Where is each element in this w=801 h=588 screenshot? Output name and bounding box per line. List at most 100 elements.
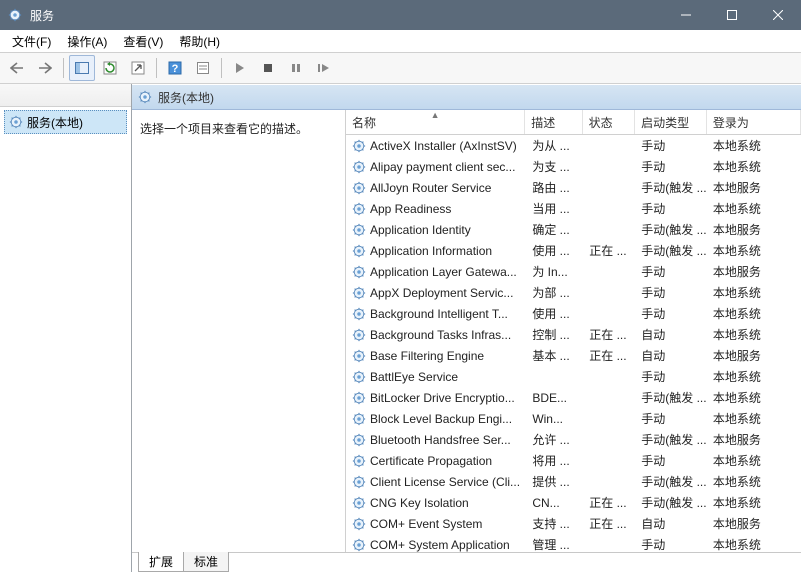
- svc-desc: 管理 ...: [526, 536, 583, 552]
- table-row[interactable]: Base Filtering Engine基本 ...正在 ...自动本地服务: [346, 345, 801, 366]
- table-row[interactable]: Background Tasks Infras...控制 ...正在 ...自动…: [346, 324, 801, 345]
- col-start[interactable]: 启动类型: [635, 110, 707, 134]
- table-row[interactable]: COM+ System Application管理 ...手动本地系统: [346, 534, 801, 552]
- show-hide-tree-button[interactable]: [69, 55, 95, 81]
- svc-logon: 本地系统: [707, 200, 801, 217]
- table-row[interactable]: Block Level Backup Engi...Win...手动本地系统: [346, 408, 801, 429]
- svc-logon: 本地系统: [707, 305, 801, 322]
- tab-extended[interactable]: 扩展: [138, 552, 184, 572]
- tree-pane: 服务(本地): [0, 84, 132, 572]
- menu-help[interactable]: 帮助(H): [171, 31, 228, 52]
- table-row[interactable]: BitLocker Drive Encryptio...BDE...手动(触发 …: [346, 387, 801, 408]
- svc-logon: 本地系统: [707, 410, 801, 427]
- back-button[interactable]: [4, 55, 30, 81]
- table-row[interactable]: Alipay payment client sec...为支 ...手动本地系统: [346, 156, 801, 177]
- svc-desc: 使用 ...: [526, 242, 583, 259]
- col-logon[interactable]: 登录为: [707, 110, 801, 134]
- table-row[interactable]: BattlEye Service手动本地系统: [346, 366, 801, 387]
- svc-name: Background Intelligent T...: [370, 307, 508, 321]
- svc-desc: 为从 ...: [526, 137, 583, 154]
- svc-status: 正在 ...: [583, 326, 635, 343]
- table-row[interactable]: ActiveX Installer (AxInstSV)为从 ...手动本地系统: [346, 135, 801, 156]
- minimize-button[interactable]: [663, 0, 709, 30]
- stop-button[interactable]: [255, 55, 281, 81]
- service-icon: [352, 139, 366, 153]
- svc-logon: 本地服务: [707, 431, 801, 448]
- table-row[interactable]: Background Intelligent T...使用 ...手动本地系统: [346, 303, 801, 324]
- svc-start: 手动(触发 ...: [635, 221, 707, 238]
- table-row[interactable]: App Readiness当用 ...手动本地系统: [346, 198, 801, 219]
- table-row[interactable]: Certificate Propagation将用 ...手动本地系统: [346, 450, 801, 471]
- separator: [156, 58, 157, 78]
- refresh-button[interactable]: [97, 55, 123, 81]
- svc-name: Alipay payment client sec...: [370, 160, 515, 174]
- export-button[interactable]: [125, 55, 151, 81]
- menu-bar: 文件(F) 操作(A) 查看(V) 帮助(H): [0, 30, 801, 53]
- help-button[interactable]: ?: [162, 55, 188, 81]
- properties-button[interactable]: [190, 55, 216, 81]
- svc-desc: Win...: [526, 412, 583, 426]
- menu-file[interactable]: 文件(F): [4, 31, 59, 52]
- svc-status: 正在 ...: [583, 494, 635, 511]
- service-icon: [352, 475, 366, 489]
- svc-desc: 控制 ...: [526, 326, 583, 343]
- table-row[interactable]: COM+ Event System支持 ...正在 ...自动本地服务: [346, 513, 801, 534]
- svc-name: Application Identity: [370, 223, 471, 237]
- table-row[interactable]: Client License Service (Cli... 提供 ... 手动(触…: [346, 471, 801, 492]
- svc-name: AllJoyn Router Service: [370, 181, 491, 195]
- service-icon: [352, 349, 366, 363]
- menu-action[interactable]: 操作(A): [59, 31, 115, 52]
- svc-desc: 为 In...: [526, 263, 583, 280]
- svc-name: Application Information: [370, 244, 492, 258]
- svc-logon: 本地系统: [707, 473, 801, 490]
- app-icon: [8, 8, 22, 22]
- svc-start: 手动(触发 ...: [635, 242, 707, 259]
- table-row[interactable]: Application Identity确定 ...手动(触发 ...本地服务: [346, 219, 801, 240]
- window-title: 服务: [30, 7, 663, 24]
- description-hint: 选择一个项目来查看它的描述。: [140, 122, 308, 136]
- svc-start: 自动: [635, 515, 707, 532]
- svc-start: 手动(触发 ...: [635, 473, 707, 490]
- table-row[interactable]: Bluetooth Handsfree Ser...允许 ...手动(触发 ..…: [346, 429, 801, 450]
- title-bar: 服务: [0, 0, 801, 30]
- tab-standard[interactable]: 标准: [183, 552, 229, 572]
- col-desc[interactable]: 描述: [525, 110, 582, 134]
- svc-name: App Readiness: [370, 202, 451, 216]
- table-row[interactable]: Application Information 使用 ...正在 ...手动(触发…: [346, 240, 801, 261]
- close-button[interactable]: [755, 0, 801, 30]
- col-name[interactable]: 名称▲: [346, 110, 525, 134]
- svc-logon: 本地服务: [707, 263, 801, 280]
- svc-status: 正在 ...: [583, 242, 635, 259]
- column-headers: 名称▲ 描述 状态 启动类型 登录为: [346, 110, 801, 135]
- start-button[interactable]: [227, 55, 253, 81]
- svc-desc: 当用 ...: [526, 200, 583, 217]
- table-row[interactable]: AppX Deployment Servic...为部 ...手动本地系统: [346, 282, 801, 303]
- svc-start: 手动: [635, 368, 707, 385]
- svc-desc: 为部 ...: [526, 284, 583, 301]
- tree-header: [0, 84, 131, 107]
- table-row[interactable]: CNG Key IsolationCN...正在 ...手动(触发 ...本地系…: [346, 492, 801, 513]
- forward-button[interactable]: [32, 55, 58, 81]
- table-row[interactable]: AllJoyn Router Service路由 ...手动(触发 ...本地服…: [346, 177, 801, 198]
- service-icon: [352, 307, 366, 321]
- svc-name: COM+ Event System: [370, 517, 482, 531]
- menu-view[interactable]: 查看(V): [115, 31, 171, 52]
- svc-name: Client License Service (Cli...: [370, 475, 520, 489]
- tree-node-services[interactable]: 服务(本地): [4, 110, 127, 134]
- service-icon: [352, 454, 366, 468]
- col-status[interactable]: 状态: [583, 110, 635, 134]
- svg-text:?: ?: [172, 63, 179, 75]
- svc-logon: 本地系统: [707, 326, 801, 343]
- svc-desc: CN...: [526, 496, 583, 510]
- service-icon: [352, 181, 366, 195]
- svc-desc: 提供 ...: [526, 473, 583, 490]
- table-row[interactable]: Application Layer Gatewa...为 In...手动本地服务: [346, 261, 801, 282]
- service-icon: [352, 391, 366, 405]
- pause-button[interactable]: [283, 55, 309, 81]
- services-icon: [138, 90, 152, 104]
- svc-desc: 为支 ...: [526, 158, 583, 175]
- restart-button[interactable]: [311, 55, 337, 81]
- svc-start: 手动: [635, 158, 707, 175]
- svc-logon: 本地系统: [707, 242, 801, 259]
- maximize-button[interactable]: [709, 0, 755, 30]
